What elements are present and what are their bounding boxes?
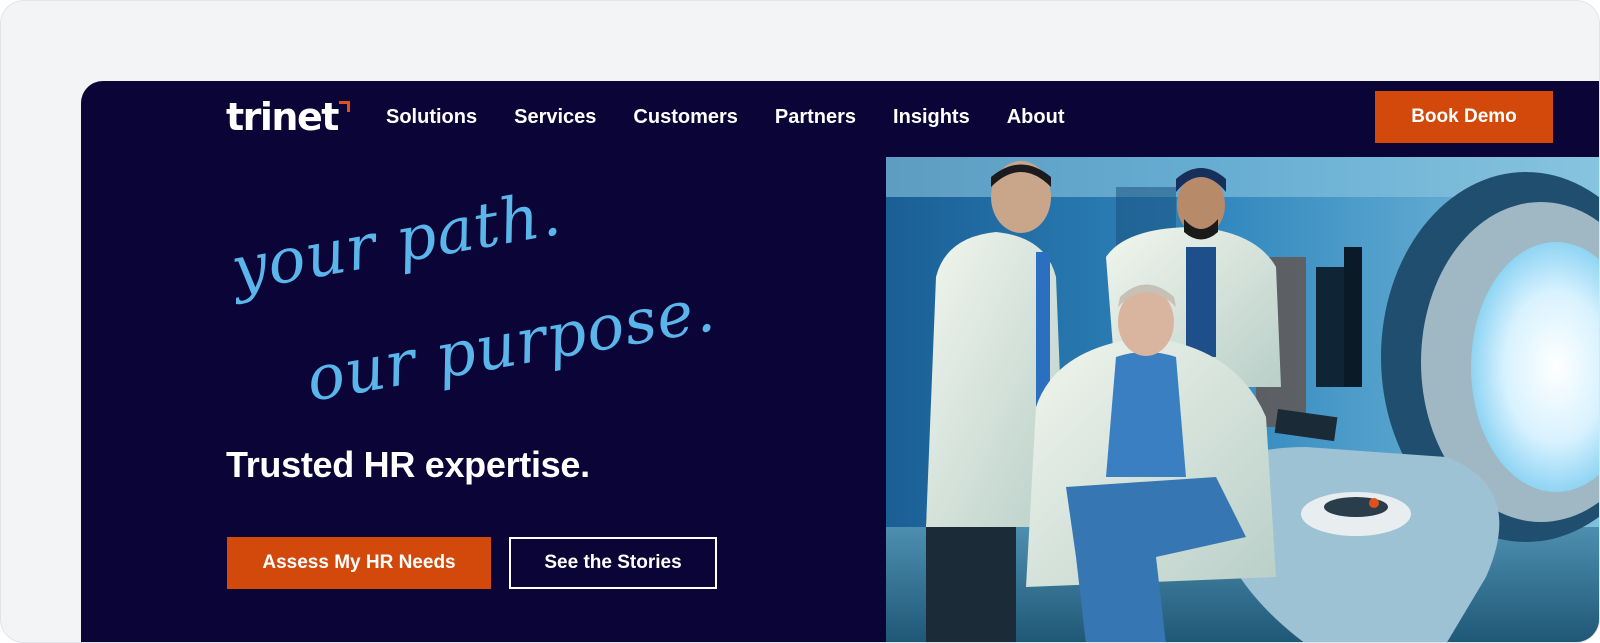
nav-item-about[interactable]: About [1007,103,1065,131]
webpage: trinet Solutions Services Customers Part… [81,81,1599,642]
book-demo-button[interactable]: Book Demo [1375,91,1553,143]
hero-photo [886,157,1599,642]
hero-tagline: Trusted HR expertise. [226,444,590,485]
nav-item-customers[interactable]: Customers [633,103,737,131]
logo-corner-mark-icon [338,101,350,112]
assess-hr-needs-button[interactable]: Assess My HR Needs [227,537,491,589]
trinet-logo[interactable]: trinet [226,95,350,139]
script-line-your-path: your path. [231,186,566,306]
script-line-our-purpose: our purpose. [301,272,720,416]
nav-item-insights[interactable]: Insights [893,103,970,131]
screenshot-frame: trinet Solutions Services Customers Part… [0,0,1600,643]
nav-item-services[interactable]: Services [514,103,596,131]
nav-item-partners[interactable]: Partners [775,103,856,131]
hero-script-headline: your path. our purpose. [231,186,720,416]
doctors-with-imaging-machine-image [886,157,1599,642]
logo-wordmark: trinet [226,95,339,139]
see-stories-button[interactable]: See the Stories [509,537,717,589]
main-nav: Solutions Services Customers Partners In… [386,103,1101,131]
nav-item-solutions[interactable]: Solutions [386,103,477,131]
